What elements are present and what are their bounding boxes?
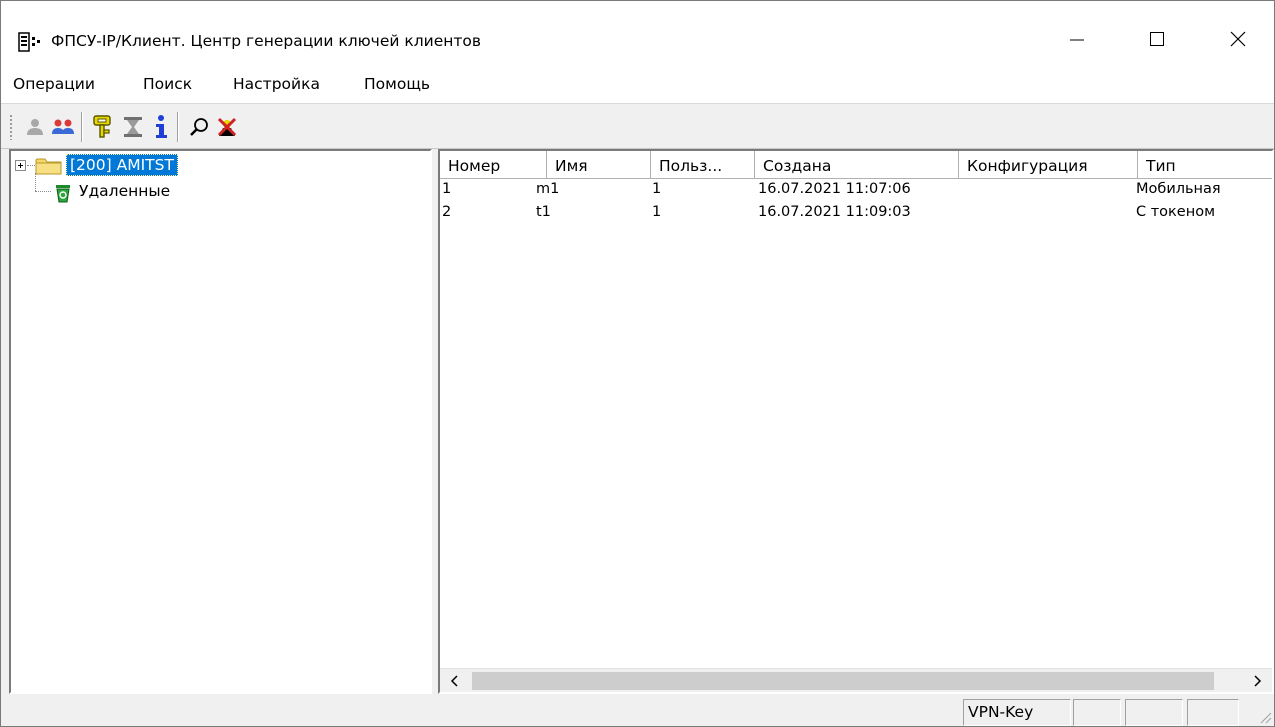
menu-settings[interactable]: Настройка <box>233 75 320 93</box>
toolbar-separator <box>177 112 179 142</box>
table-row[interactable]: 1 m1 1 16.07.2021 11:07:06 Мобильная <box>440 179 1272 202</box>
window-title: ФПСУ-IP/Клиент. Центр генерации ключей к… <box>51 32 482 50</box>
scroll-right-button[interactable] <box>1242 669 1272 692</box>
maximize-button[interactable] <box>1134 17 1180 61</box>
menu-bar: Операции Поиск Настройка Помощь <box>1 67 1274 103</box>
menu-help[interactable]: Помощь <box>364 75 430 93</box>
users-group-icon <box>52 119 74 134</box>
minimize-icon <box>1070 39 1084 41</box>
users-button[interactable] <box>49 111 77 143</box>
status-panel-vpnkey: VPN-Key <box>963 699 1071 726</box>
hourglass-button[interactable] <box>119 111 147 143</box>
search-icon <box>190 118 208 136</box>
column-type[interactable]: Тип <box>1138 151 1272 179</box>
info-button[interactable] <box>147 111 175 143</box>
status-panel <box>1187 699 1239 726</box>
search-button[interactable] <box>185 111 213 143</box>
column-user[interactable]: Польз... <box>651 151 755 179</box>
close-button[interactable] <box>1215 17 1261 61</box>
resize-grip-icon[interactable] <box>1256 708 1272 724</box>
title-bar[interactable]: ФПСУ-IP/Клиент. Центр генерации ключей к… <box>1 1 1274 67</box>
hourglass-icon <box>124 117 142 137</box>
chevron-left-icon <box>450 675 458 687</box>
delete-button[interactable] <box>213 111 241 143</box>
cell-number: 1 <box>442 181 452 197</box>
delete-icon <box>217 117 237 137</box>
key-button[interactable] <box>89 111 117 143</box>
table-row[interactable]: 2 t1 1 16.07.2021 11:09:03 С токеном <box>440 202 1272 225</box>
user-button[interactable] <box>21 111 49 143</box>
expand-icon[interactable] <box>15 160 26 171</box>
info-icon <box>156 115 167 138</box>
cell-number: 2 <box>442 204 452 220</box>
menu-search[interactable]: Поиск <box>143 75 192 93</box>
column-name[interactable]: Имя <box>547 151 651 179</box>
scroll-left-button[interactable] <box>440 669 470 692</box>
cell-user: 1 <box>652 181 662 197</box>
cell-created: 16.07.2021 11:09:03 <box>758 204 911 220</box>
cell-name: t1 <box>536 204 551 220</box>
horizontal-scrollbar[interactable] <box>440 668 1272 692</box>
tree-node-amitst[interactable]: [200] AMITST <box>11 153 430 179</box>
status-panel <box>1125 699 1183 726</box>
menu-operations[interactable]: Операции <box>13 75 95 93</box>
trash-icon <box>56 185 70 203</box>
keys-list[interactable]: Номер Имя Польз... Создана Конфигурация … <box>438 149 1274 694</box>
app-icon <box>18 32 40 52</box>
cell-type: Мобильная <box>1136 181 1221 197</box>
tree-node-label[interactable]: [200] AMITST <box>66 154 178 176</box>
column-created[interactable]: Создана <box>755 151 959 179</box>
chevron-right-icon <box>1254 675 1262 687</box>
cell-user: 1 <box>652 204 662 220</box>
tree-node-deleted[interactable]: Удаленные <box>11 179 430 205</box>
tree-panel[interactable]: [200] AMITST Удаленные <box>9 149 432 694</box>
user-gray-icon <box>27 119 43 135</box>
close-icon <box>1230 31 1246 47</box>
column-configuration[interactable]: Конфигурация <box>959 151 1138 179</box>
cell-name: m1 <box>536 181 560 197</box>
app-window: ФПСУ-IP/Клиент. Центр генерации ключей к… <box>0 0 1275 727</box>
status-panel <box>1073 699 1121 726</box>
list-header: Номер Имя Польз... Создана Конфигурация … <box>440 151 1272 179</box>
cell-created: 16.07.2021 11:07:06 <box>758 181 911 197</box>
tree-node-label[interactable]: Удаленные <box>79 182 170 200</box>
cell-type: С токеном <box>1136 204 1216 220</box>
toolbar-grip[interactable] <box>9 114 13 140</box>
tree-connector <box>27 165 35 166</box>
minimize-button[interactable] <box>1054 17 1100 61</box>
toolbar-separator <box>81 112 83 142</box>
status-bar: VPN-Key <box>1 695 1274 726</box>
tree-connector <box>35 191 51 192</box>
scroll-thumb[interactable] <box>472 672 1214 690</box>
toolbar <box>1 103 1274 149</box>
folder-icon <box>35 158 62 175</box>
key-yellow-icon <box>93 115 111 138</box>
column-number[interactable]: Номер <box>440 151 547 179</box>
maximize-icon <box>1150 32 1164 46</box>
